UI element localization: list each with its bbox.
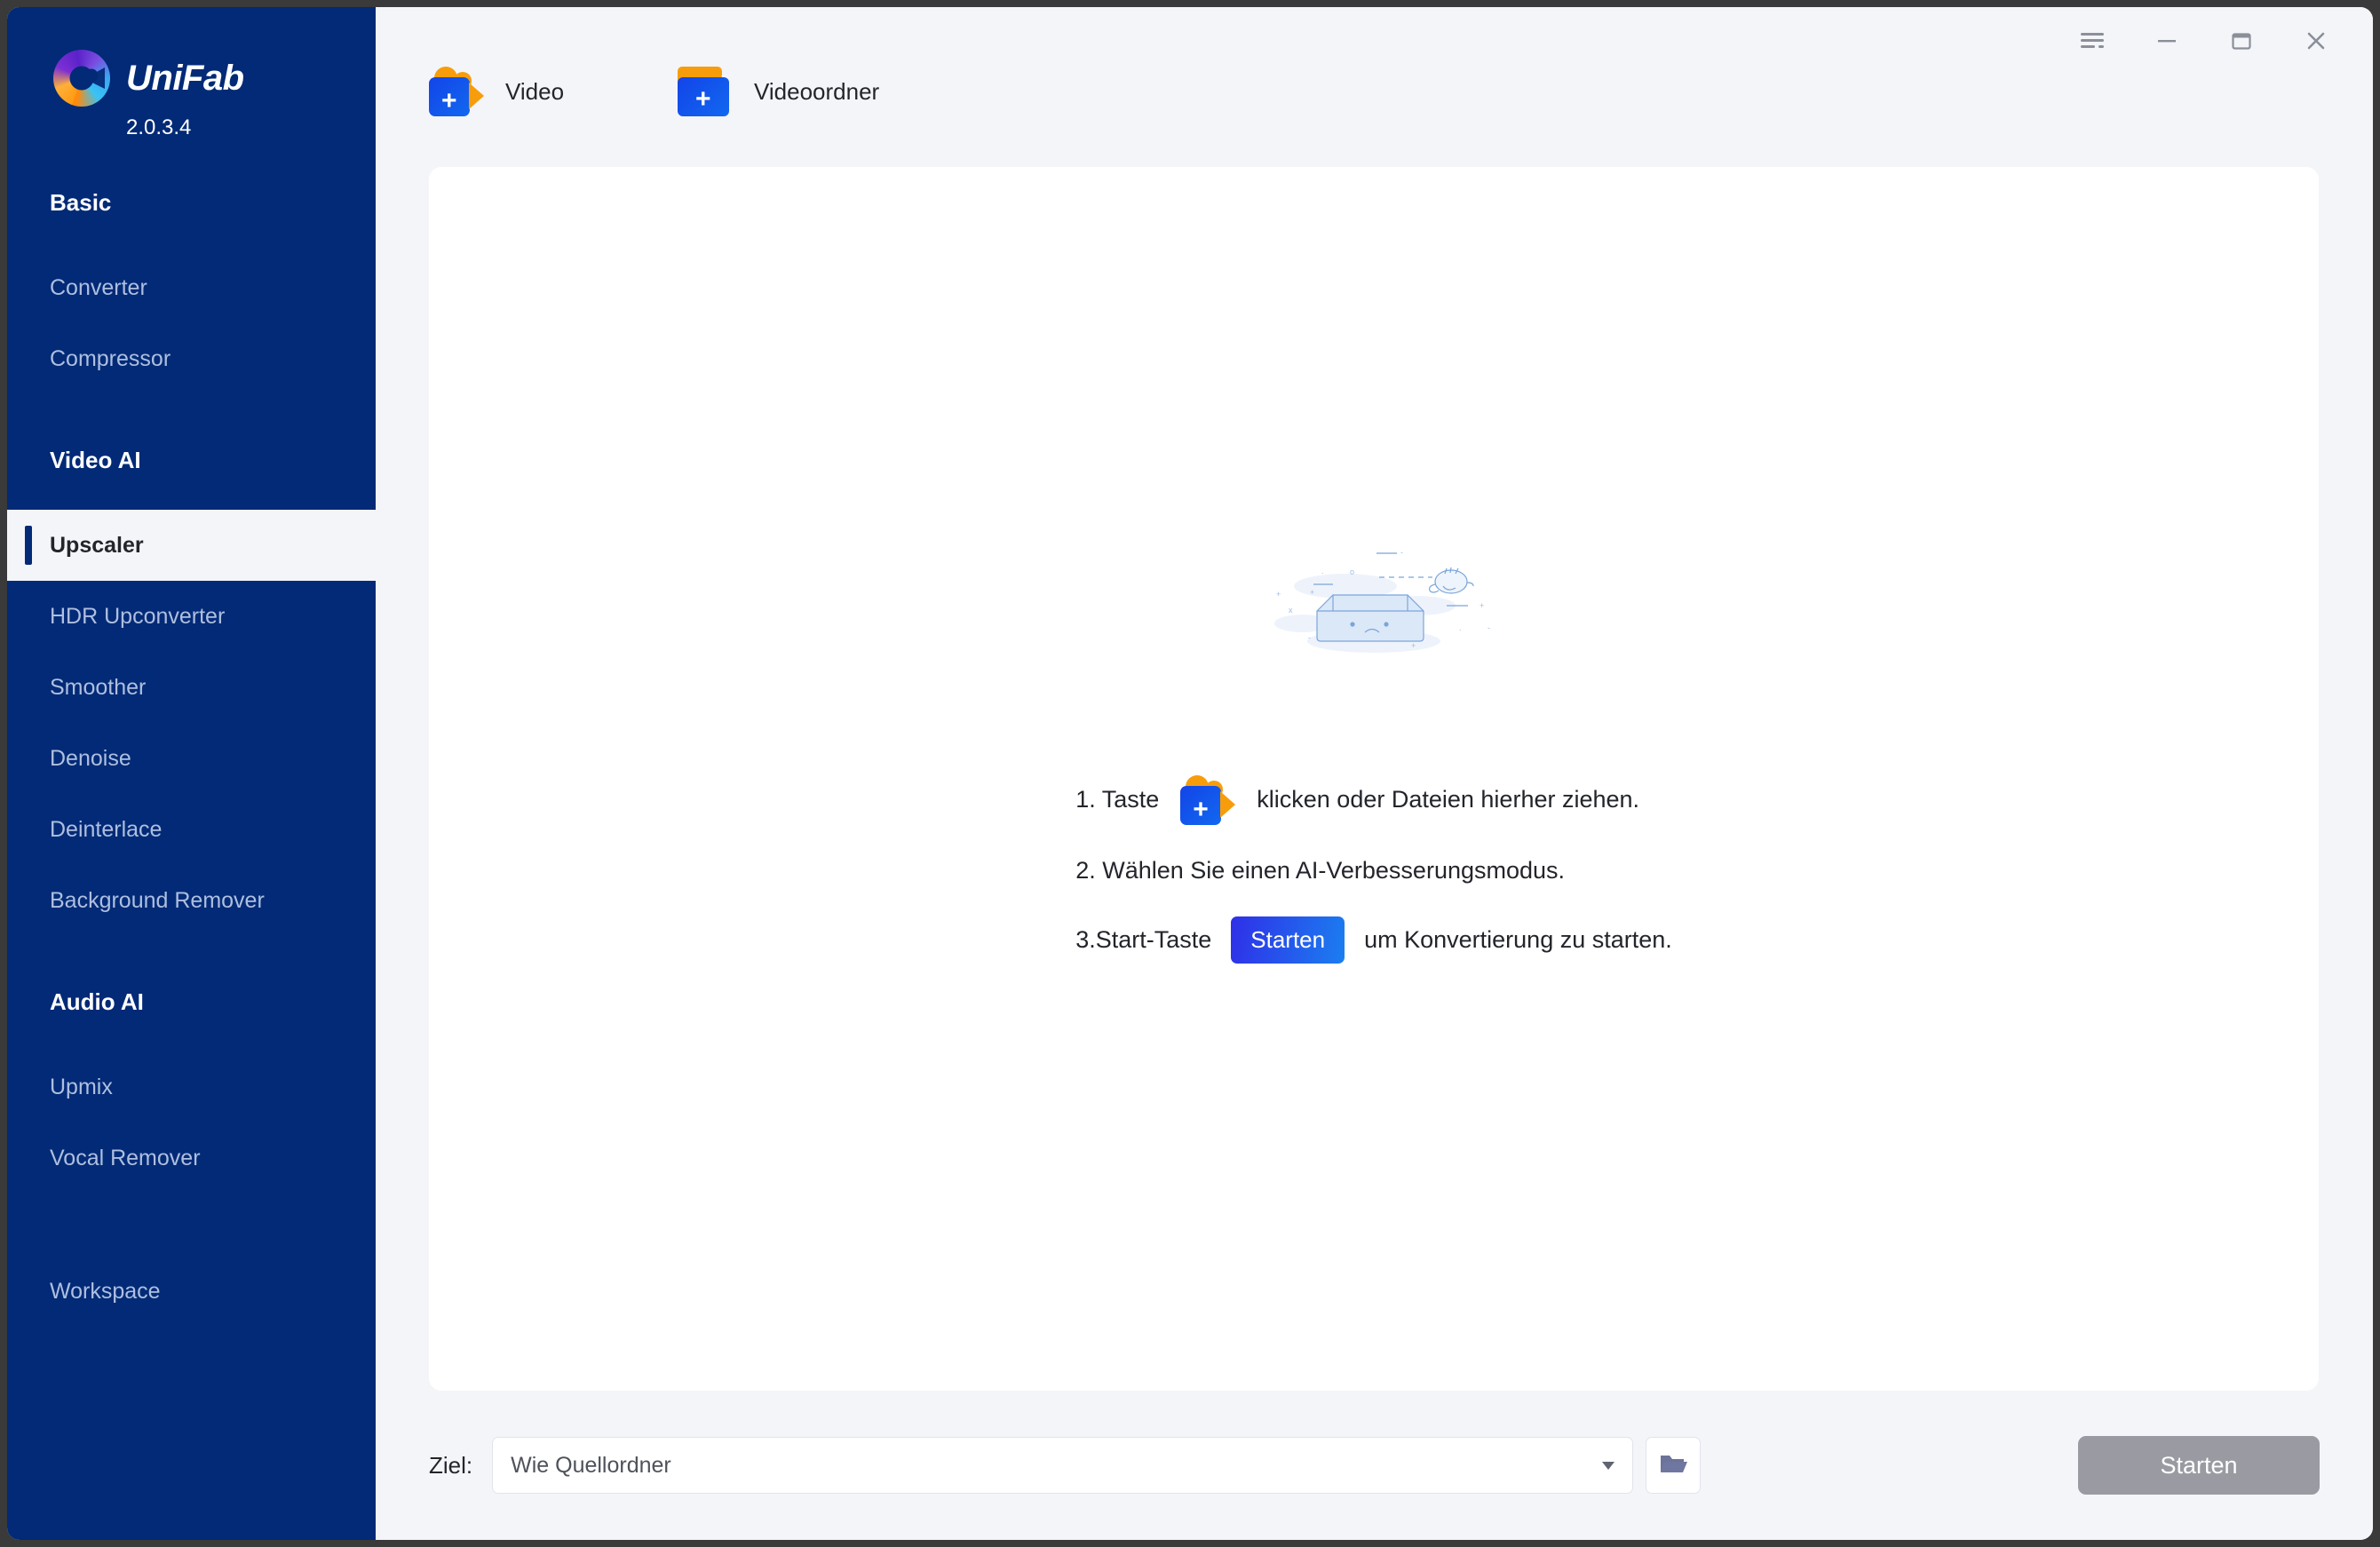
sidebar-item-label: Upmix [50, 1074, 113, 1099]
svg-text:.: . [1321, 567, 1324, 575]
folder-open-icon [1659, 1451, 1688, 1480]
sidebar-item-label: Background Remover [50, 887, 265, 913]
add-video-button[interactable]: + Video [429, 67, 564, 116]
sidebar-item-label: Vocal Remover [50, 1145, 201, 1170]
sidebar-item-smoother[interactable]: Smoother [7, 652, 376, 723]
sidebar-item-upscaler[interactable]: Upscaler [7, 510, 376, 581]
footer-bar: Ziel: Wie Quellordner Starten [376, 1391, 2373, 1540]
app-name: UniFab [126, 58, 244, 98]
add-video-folder-button[interactable]: + Videoordner [678, 67, 879, 116]
svg-text:x: x [1289, 606, 1293, 615]
sidebar-item-denoise[interactable]: Denoise [7, 723, 376, 794]
brand-header: UniFab 2.0.3.4 [7, 7, 376, 176]
instruction-step-2: 2. Wählen Sie einen AI-Verbesserungsmodu… [1075, 857, 1672, 885]
svg-text:-: - [1308, 633, 1311, 642]
sidebar-section-basic: Basic [50, 188, 112, 216]
maximize-icon[interactable] [2224, 23, 2259, 59]
inline-start-button[interactable]: Starten [1231, 916, 1345, 964]
svg-text:.: . [1459, 623, 1462, 632]
empty-box-illustration: + + x - + + . - . o - [1241, 524, 1507, 670]
add-video-folder-label: Videoordner [754, 77, 880, 105]
svg-text:-: - [1488, 623, 1490, 632]
sidebar-item-label: Workspace [50, 1278, 161, 1304]
start-button[interactable]: Starten [2078, 1436, 2320, 1495]
destination-value: Wie Quellordner [511, 1452, 671, 1478]
sidebar-item-label: Deinterlace [50, 816, 163, 842]
sidebar-section-audio-ai: Audio AI [50, 988, 144, 1015]
step2-text: 2. Wählen Sie einen AI-Verbesserungsmodu… [1075, 856, 1566, 884]
svg-text:-: - [1400, 548, 1403, 557]
unifab-logo-icon [53, 50, 110, 107]
add-video-icon: + [1180, 774, 1236, 825]
svg-text:+: + [1310, 588, 1314, 597]
sidebar: UniFab 2.0.3.4 Basic Converter Compresso… [7, 7, 376, 1540]
destination-select[interactable]: Wie Quellordner [492, 1437, 1634, 1494]
sidebar-item-compressor[interactable]: Compressor [7, 323, 376, 394]
step1-suffix: klicken oder Dateien hierher ziehen. [1257, 786, 1640, 813]
sidebar-item-converter[interactable]: Converter [7, 252, 376, 323]
svg-text:+: + [1480, 601, 1484, 610]
svg-text:+: + [1276, 590, 1281, 599]
hamburger-menu-icon[interactable] [2075, 23, 2110, 59]
sidebar-item-label: Compressor [50, 345, 171, 371]
destination-label: Ziel: [429, 1451, 473, 1479]
instruction-step-1: 1. Taste + klicken oder Dateien hierher … [1075, 774, 1672, 825]
sidebar-item-label: Upscaler [50, 532, 144, 558]
step3-prefix: 3.Start-Taste [1075, 925, 1212, 953]
sidebar-item-deinterlace[interactable]: Deinterlace [7, 794, 376, 865]
add-video-label: Video [505, 77, 565, 105]
add-video-folder-icon: + [678, 67, 733, 116]
step3-suffix: um Konvertierung zu starten. [1364, 925, 1672, 953]
instruction-steps: 1. Taste + klicken oder Dateien hierher … [1075, 774, 1672, 964]
sidebar-item-background-remover[interactable]: Background Remover [7, 865, 376, 936]
add-video-icon: + [429, 67, 484, 116]
chevron-down-icon [1602, 1461, 1615, 1470]
sidebar-item-label: Smoother [50, 674, 147, 700]
app-version: 2.0.3.4 [126, 115, 192, 139]
drop-zone-card[interactable]: + + x - + + . - . o - 1. Taste + klicken… [429, 167, 2319, 1391]
instruction-step-3: 3.Start-Taste Starten um Konvertierung z… [1075, 916, 1672, 964]
step1-prefix: 1. Taste [1075, 786, 1160, 813]
sidebar-item-workspace[interactable]: Workspace [7, 1256, 376, 1327]
sidebar-item-vocal-remover[interactable]: Vocal Remover [7, 1123, 376, 1194]
sidebar-item-label: Denoise [50, 745, 131, 771]
svg-text:+: + [1411, 641, 1416, 650]
app-window: UniFab 2.0.3.4 Basic Converter Compresso… [7, 7, 2373, 1540]
svg-text:o: o [1350, 567, 1354, 576]
sidebar-item-label: HDR Upconverter [50, 603, 226, 629]
sidebar-item-label: Converter [50, 274, 147, 300]
sidebar-item-upmix[interactable]: Upmix [7, 1051, 376, 1123]
main-area: + Video + Videoordner + + x - + + . - . … [376, 7, 2373, 1540]
browse-folder-button[interactable] [1646, 1437, 1702, 1494]
sidebar-item-hdr-upconverter[interactable]: HDR Upconverter [7, 581, 376, 652]
window-controls [2075, 7, 2373, 75]
sidebar-section-video-ai: Video AI [50, 446, 141, 473]
minimize-icon[interactable] [2149, 23, 2185, 59]
brand-row: UniFab [53, 50, 376, 107]
close-icon[interactable] [2298, 23, 2334, 59]
add-source-toolbar: + Video + Videoordner [376, 7, 2373, 176]
